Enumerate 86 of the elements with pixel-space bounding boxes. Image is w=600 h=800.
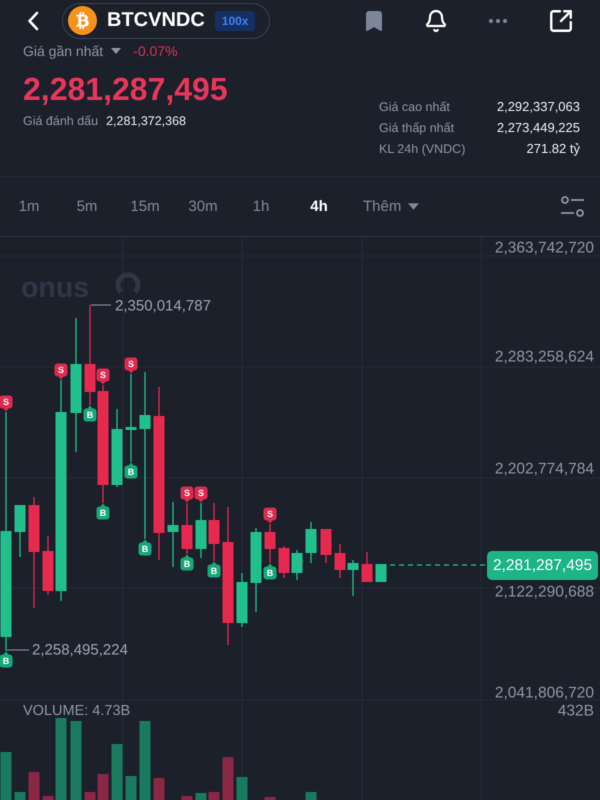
timeframe-tab[interactable]: 1h <box>232 188 290 224</box>
caret-icon <box>408 203 420 210</box>
timeframe-tab[interactable]: 4h <box>290 188 348 224</box>
price-axis-label: 2,202,774,784 <box>494 460 594 478</box>
candlestick <box>306 522 316 563</box>
buy-marker: B <box>138 540 152 556</box>
candlestick <box>348 560 358 596</box>
candlestick <box>196 503 206 558</box>
last-price: 2,281,287,495 <box>23 70 228 108</box>
timeframe-tab[interactable]: 5m <box>58 188 116 224</box>
caret-icon <box>111 48 122 54</box>
bitcoin-logo-icon <box>68 6 97 35</box>
price-axis-label: 2,122,290,688 <box>494 584 594 600</box>
candlestick <box>278 546 290 578</box>
chevron-left-icon[interactable] <box>27 10 39 30</box>
mark-price-label: Giá đánh dấu <box>23 113 98 129</box>
sell-marker: S <box>264 508 276 524</box>
stat-value: 2,273,449,225 <box>496 120 580 135</box>
high-price-label: 2,350,014,787 <box>115 298 211 314</box>
price-axis-label: 2,363,742,720 <box>494 240 594 256</box>
symbol-selector[interactable]: BTCVNDC 100x <box>62 2 270 38</box>
timeframe-tab[interactable]: 1m <box>0 188 58 224</box>
low-price-label: 2,258,495,224 <box>32 642 128 658</box>
leverage-badge: 100x <box>214 10 256 30</box>
price-axis-label: 2,283,258,624 <box>494 348 594 366</box>
volume-label: VOLUME: 4.73B <box>23 703 130 719</box>
volume-bar <box>28 772 40 800</box>
leader-line <box>90 304 112 306</box>
candlestick <box>182 503 192 554</box>
buy-marker: B <box>208 562 220 578</box>
timeframe-tab[interactable]: 30m <box>174 188 232 224</box>
sell-marker: S <box>54 364 68 380</box>
volume-bar <box>208 792 220 800</box>
volume-bar <box>306 792 316 800</box>
buy-marker: B <box>84 406 96 422</box>
price-tag: 2,281,287,495 <box>487 551 598 580</box>
price-change: -0.07% <box>133 42 178 61</box>
stat-value: 271.82 tỷ <box>526 141 580 156</box>
square-arrow-icon[interactable] <box>548 8 574 34</box>
candlestick <box>236 573 248 627</box>
more-timeframes-dropdown[interactable]: Thêm <box>363 188 420 224</box>
volume-bar <box>236 777 248 800</box>
sell-marker: S <box>180 486 194 502</box>
volume-bar <box>222 757 234 800</box>
bell-icon[interactable] <box>424 8 448 32</box>
candlestick <box>334 544 346 578</box>
volume-bar <box>126 776 136 800</box>
stat-label: KL 24h (VNDC) <box>379 142 466 156</box>
sell-marker: S <box>0 396 12 412</box>
sell-marker: S <box>124 358 138 374</box>
mark-price: 2,281,372,368 <box>106 113 186 129</box>
volume-axis-label: 432B <box>558 702 594 720</box>
candlestick <box>168 502 178 567</box>
volume-bar <box>84 792 96 800</box>
sell-marker: S <box>96 368 110 384</box>
buy-marker: B <box>96 504 110 520</box>
ring-icon <box>116 272 140 294</box>
stat-label: Giá thấp nhất <box>379 120 454 134</box>
price-axis-label: 2,041,806,720 <box>494 684 594 702</box>
volume-bar <box>264 797 276 800</box>
sliders-icon[interactable] <box>561 196 584 217</box>
sell-marker: S <box>194 486 208 502</box>
candlestick <box>320 529 332 563</box>
candlestick <box>264 524 276 563</box>
price-type-dropdown[interactable]: Giá gần nhất <box>23 41 122 61</box>
volume-bar <box>154 778 164 800</box>
volume-bar <box>98 774 108 800</box>
buy-marker: B <box>264 564 276 580</box>
stat-label: Giá cao nhất <box>379 100 450 114</box>
volume-bar <box>42 796 54 800</box>
volume-bar <box>196 793 206 800</box>
candlestick <box>292 550 302 580</box>
candlestick <box>376 564 386 582</box>
buy-marker: B <box>0 652 12 668</box>
candlestick <box>42 536 54 595</box>
volume-bar <box>0 752 12 800</box>
candlestick <box>362 552 372 582</box>
buy-marker: B <box>124 462 138 478</box>
candlestick <box>14 505 26 557</box>
buy-marker: B <box>180 554 194 570</box>
volume-bar <box>14 792 26 800</box>
volume-bar <box>112 744 122 800</box>
candlestick <box>208 503 220 561</box>
timeframe-tab[interactable]: 15m <box>116 188 174 224</box>
volume-bar <box>182 796 192 800</box>
stat-value: 2,292,337,063 <box>496 99 580 114</box>
